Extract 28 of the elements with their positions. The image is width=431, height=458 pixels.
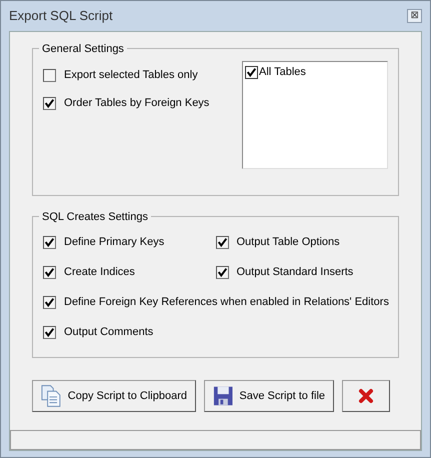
checkbox-label: Export selected Tables only bbox=[64, 68, 198, 83]
save-button[interactable]: Save Script to file bbox=[204, 380, 334, 412]
checkbox[interactable] bbox=[43, 296, 56, 308]
checkbox-label: Output Standard Inserts bbox=[236, 264, 354, 280]
checkbox[interactable] bbox=[245, 66, 258, 79]
documents-icon bbox=[41, 384, 62, 408]
checkbox[interactable] bbox=[43, 68, 56, 82]
checkbox[interactable] bbox=[43, 96, 56, 110]
copy-button[interactable]: Copy Script to Clipboard bbox=[32, 380, 196, 412]
window-title: Export SQL Script bbox=[9, 7, 113, 26]
list-item: All Tables bbox=[259, 65, 306, 80]
checkbox[interactable] bbox=[43, 266, 56, 278]
close-icon bbox=[358, 388, 374, 404]
checkbox-label: Create Indices bbox=[64, 264, 135, 280]
checkbox[interactable] bbox=[43, 236, 56, 248]
checkbox-label: Output Table Options bbox=[236, 234, 340, 250]
checkbox[interactable] bbox=[216, 266, 228, 278]
group-title: SQL Creates Settings bbox=[39, 209, 151, 226]
close-button[interactable] bbox=[342, 380, 390, 412]
close-button[interactable]: ⊠ bbox=[407, 9, 422, 23]
checkbox[interactable] bbox=[43, 326, 56, 338]
checkbox-label: Order Tables by Foreign Keys bbox=[64, 96, 210, 111]
checkbox-label: Define Primary Keys bbox=[64, 234, 164, 250]
table-list[interactable]: All Tables bbox=[242, 61, 388, 169]
checkbox[interactable] bbox=[216, 236, 228, 248]
group-title: General Settings bbox=[39, 41, 127, 58]
checkbox-label: Output Comments bbox=[64, 324, 154, 340]
checkbox-label: Define Foreign Key References when enabled in Relations' Editors bbox=[64, 294, 389, 310]
